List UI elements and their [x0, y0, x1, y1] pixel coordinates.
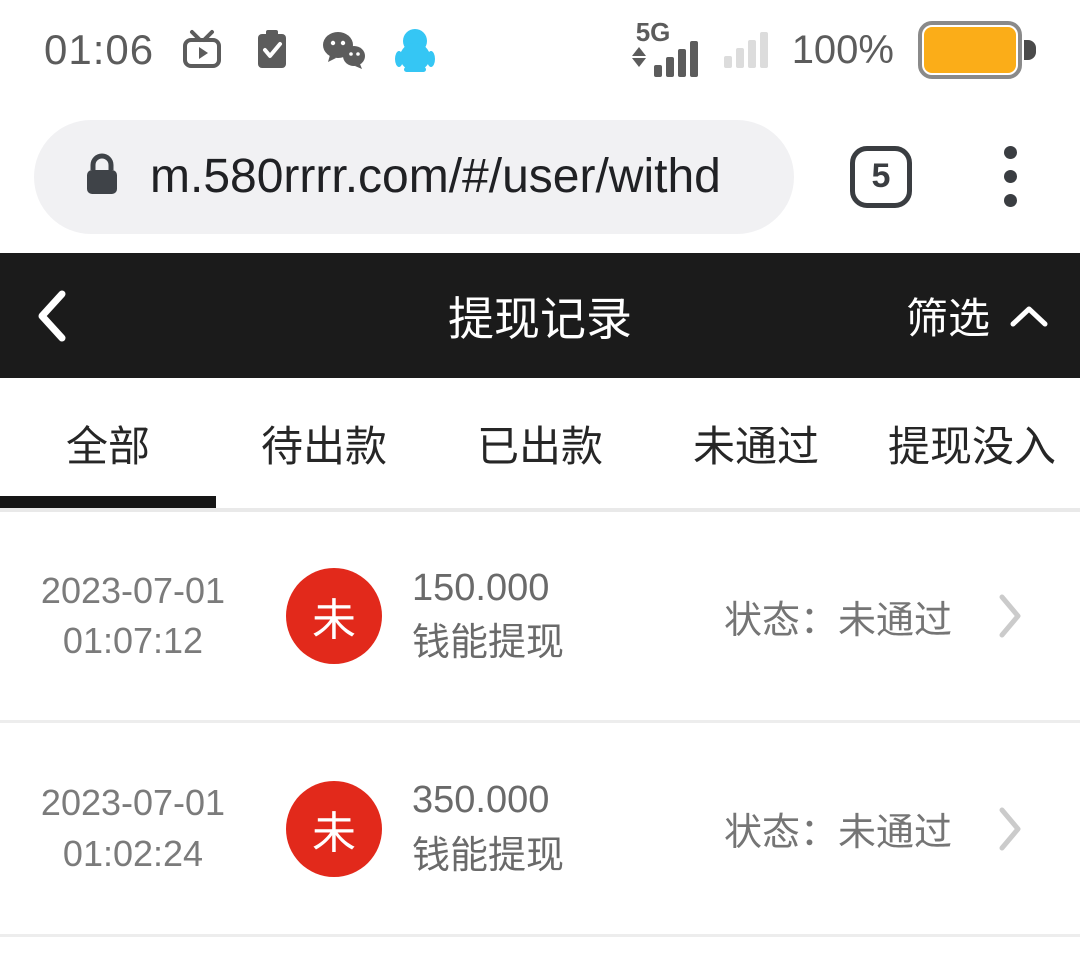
- app-header: 提现记录 筛选: [0, 253, 1080, 378]
- record-time: 01:02:24: [30, 829, 236, 879]
- signal-bars-sim1-icon: [654, 41, 698, 77]
- status-badge: 未: [286, 568, 382, 664]
- url-bar[interactable]: m.580rrrr.com/#/user/withd: [34, 120, 794, 234]
- signal-bars-sim2-icon: [724, 32, 768, 68]
- record-amount: 350.000: [412, 773, 662, 828]
- record-status: 状态：未通过: [724, 801, 952, 856]
- tab-pending-payout[interactable]: 待出款: [216, 378, 432, 508]
- filter-label: 筛选: [906, 285, 990, 346]
- tab-all[interactable]: 全部: [0, 378, 216, 508]
- record-time: 01:07:12: [30, 616, 236, 666]
- battery-percent: 100%: [792, 28, 894, 73]
- record-amount: 150.000: [412, 561, 662, 616]
- battery-icon: [918, 21, 1036, 79]
- record-amount-block: 350.000 钱能提现: [412, 773, 662, 883]
- qq-icon: [394, 27, 436, 73]
- chevron-left-icon: [30, 287, 74, 345]
- tab-paid-out[interactable]: 已出款: [432, 378, 648, 508]
- record-row[interactable]: 2023-07-01 01:02:24 未 350.000 钱能提现 状态：未通…: [0, 723, 1080, 934]
- filter-button[interactable]: 筛选: [906, 285, 1050, 346]
- chevron-right-icon: [996, 591, 1024, 641]
- signal-5g-icon: 5G: [630, 21, 706, 79]
- data-activity-arrows-icon: [632, 47, 646, 67]
- status-bar: 01:06: [0, 0, 1080, 100]
- browser-menu-button[interactable]: [998, 140, 1023, 213]
- tab-withdraw-not-received[interactable]: 提现没入: [864, 378, 1080, 508]
- record-method: 钱能提现: [412, 829, 662, 884]
- active-tab-underline: [0, 496, 216, 508]
- record-list: 2023-07-01 01:07:12 未 150.000 钱能提现 状态：未通…: [0, 512, 1080, 937]
- record-datetime: 2023-07-01 01:07:12: [30, 566, 236, 667]
- record-date: 2023-07-01: [30, 778, 236, 828]
- lock-icon: [80, 150, 124, 203]
- filter-tab-bar: 全部 待出款 已出款 未通过 提现没入: [0, 378, 1080, 512]
- record-datetime: 2023-07-01 01:02:24: [30, 778, 236, 879]
- record-row[interactable]: 2023-07-01 01:07:12 未 150.000 钱能提现 状态：未通…: [0, 512, 1080, 720]
- browser-toolbar: m.580rrrr.com/#/user/withd 5: [0, 100, 1080, 253]
- tab-rejected[interactable]: 未通过: [648, 378, 864, 508]
- tab-count: 5: [872, 157, 891, 196]
- clock-time: 01:06: [44, 26, 154, 74]
- phone-screen: 01:06: [0, 0, 1080, 978]
- url-text: m.580rrrr.com/#/user/withd: [150, 149, 721, 204]
- record-date: 2023-07-01: [30, 566, 236, 616]
- record-status: 状态：未通过: [724, 589, 952, 644]
- chevron-up-icon: [1008, 303, 1050, 329]
- record-method: 钱能提现: [412, 616, 662, 671]
- tab-switcher-button[interactable]: 5: [850, 146, 912, 208]
- tasks-check-icon: [250, 28, 294, 72]
- chevron-right-icon: [996, 804, 1024, 854]
- status-badge: 未: [286, 781, 382, 877]
- row-divider: [0, 934, 1080, 937]
- wechat-icon: [320, 28, 368, 72]
- record-amount-block: 150.000 钱能提现: [412, 561, 662, 671]
- tv-icon: [180, 28, 224, 72]
- back-button[interactable]: [30, 271, 100, 361]
